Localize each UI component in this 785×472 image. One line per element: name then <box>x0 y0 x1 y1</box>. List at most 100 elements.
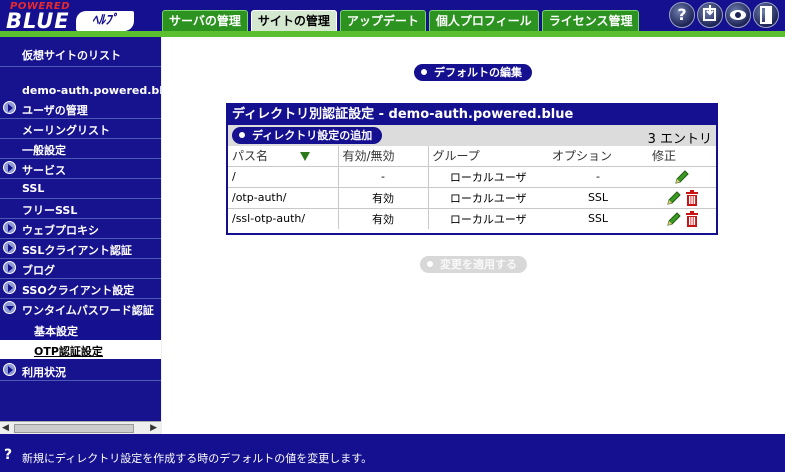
sidebar-divider <box>0 198 161 199</box>
cell-enabled: 有効 <box>338 207 429 229</box>
scroll-thumb[interactable] <box>14 424 134 433</box>
add-directory-button[interactable]: ディレクトリ設定の追加 <box>232 127 383 144</box>
sidebar-item-label: SSLクライアント認証 <box>22 244 132 257</box>
sidebar-item-ssl-client-auth[interactable]: SSLクライアント認証 <box>0 240 161 257</box>
sidebar-item-general[interactable]: 一般設定 <box>0 140 161 157</box>
sidebar-item-label: 仮想サイトのリスト <box>22 49 121 62</box>
sidebar-item-web-proxy[interactable]: ウェブプロキシ <box>0 220 161 237</box>
sidebar-divider <box>0 66 161 67</box>
table-row: /otp-auth/ 有効 ローカルユーザ SSL <box>228 186 716 208</box>
sidebar-subitem-otp-settings[interactable]: OTP認証設定 <box>0 340 161 359</box>
table-row: / - ローカルユーザ - <box>228 165 716 187</box>
expand-arrow-icon <box>3 261 16 274</box>
apply-changes-button[interactable]: 変更を適用する <box>420 256 527 273</box>
sidebar-item-label: 利用状況 <box>22 366 66 379</box>
cell-group: ローカルユーザ <box>428 165 548 187</box>
expand-arrow-icon <box>3 281 16 294</box>
sidebar-item-label: SSL <box>22 182 45 195</box>
logout-icon[interactable] <box>697 2 723 28</box>
expand-arrow-icon <box>3 363 16 376</box>
preview-icon[interactable] <box>725 2 751 28</box>
sidebar-divider <box>0 118 161 119</box>
logo-version-badge: ﾍﾙﾌﾟ <box>76 11 134 31</box>
sidebar-divider <box>0 158 161 159</box>
sidebar-divider <box>0 178 161 179</box>
scroll-left-icon[interactable]: ◀ <box>2 423 9 433</box>
table-header-row: パス名 有効/無効 グループ オプション 修正 <box>228 146 716 167</box>
sidebar-item-label: ウェブプロキシ <box>22 224 99 237</box>
expand-arrow-icon <box>3 161 16 174</box>
sidebar-item-label: サービス <box>22 164 66 177</box>
tab-license[interactable]: ライセンス管理 <box>541 10 640 31</box>
cell-option: SSL <box>548 186 648 208</box>
column-header-group: グループ <box>428 146 548 167</box>
pencil-icon[interactable] <box>666 190 682 206</box>
sidebar-item-label: 一般設定 <box>22 144 66 157</box>
sidebar-item-free-ssl[interactable]: フリーSSL <box>0 200 161 217</box>
help-icon[interactable]: ? <box>669 2 695 28</box>
sidebar-item-usage[interactable]: 利用状況 <box>0 362 161 379</box>
pencil-icon[interactable] <box>674 169 690 185</box>
cell-option: - <box>548 165 648 187</box>
tab-server-management[interactable]: サーバの管理 <box>162 10 248 31</box>
tab-site-management[interactable]: サイトの管理 <box>250 10 337 31</box>
sidebar-item-label: demo-auth.powered.blue <box>22 84 161 97</box>
sidebar-divider <box>0 138 161 139</box>
sidebar-item-blog[interactable]: ブログ <box>0 260 161 277</box>
entry-count: 3 エントリ <box>647 132 712 147</box>
scroll-right-icon[interactable]: ▶ <box>150 423 157 433</box>
header-bar: POWERED BLUE ﾍﾙﾌﾟ サーバの管理 サイトの管理 アップデート 個… <box>0 0 785 33</box>
panel-title: ディレクトリ別認証設定 - demo-auth.powered.blue <box>228 105 716 125</box>
trash-icon[interactable] <box>685 189 699 206</box>
expand-arrow-icon <box>3 101 16 114</box>
sidebar-item-label: フリーSSL <box>22 204 78 217</box>
sidebar-item-label: ブログ <box>22 264 55 277</box>
sidebar-site-name: demo-auth.powered.blue <box>0 82 161 98</box>
sidebar-item-mailing-list[interactable]: メーリングリスト <box>0 120 161 137</box>
logo: POWERED BLUE ﾍﾙﾌﾟ <box>4 1 144 33</box>
sidebar-item-label: SSOクライアント設定 <box>22 284 135 297</box>
sidebar-item-services[interactable]: サービス <box>0 160 161 177</box>
sidebar-item-label: ワンタイムパスワード認証 <box>22 304 154 317</box>
cell-group: ローカルユーザ <box>428 186 548 208</box>
cell-path: /ssl-otp-auth/ <box>228 207 339 229</box>
sidebar-item-ssl[interactable]: SSL <box>0 180 161 196</box>
tab-update[interactable]: アップデート <box>339 10 426 31</box>
edit-default-button[interactable]: デフォルトの編集 <box>414 64 532 81</box>
cell-actions <box>648 186 716 208</box>
table-row: /ssl-otp-auth/ 有効 ローカルユーザ SSL <box>228 207 716 229</box>
directory-table: パス名 有効/無効 グループ オプション 修正 / - ローカルユーザ - /o… <box>228 146 716 229</box>
trash-icon[interactable] <box>685 210 699 227</box>
sidebar-divider <box>0 278 161 279</box>
sidebar-item-label: メーリングリスト <box>22 124 110 137</box>
sidebar-item-otp-auth[interactable]: ワンタイムパスワード認証 <box>0 300 161 317</box>
cell-actions <box>648 207 716 229</box>
collapse-arrow-icon <box>3 301 16 314</box>
exit-icon[interactable] <box>753 2 779 28</box>
main-content: デフォルトの編集 ディレクトリ別認証設定 - demo-auth.powered… <box>161 37 785 434</box>
tab-profile[interactable]: 個人プロフィール <box>428 10 539 31</box>
status-bar: ? 新規にディレクトリ設定を作成する時のデフォルトの値を変更します。 <box>0 434 785 472</box>
sidebar-item-user-management[interactable]: ユーザの管理 <box>0 100 161 117</box>
app-window: POWERED BLUE ﾍﾙﾌﾟ サーバの管理 サイトの管理 アップデート 個… <box>0 0 785 472</box>
cell-path: /otp-auth/ <box>228 186 339 208</box>
column-header-option: オプション <box>548 146 648 167</box>
horizontal-scrollbar[interactable]: ◀ ▶ <box>0 421 161 434</box>
sort-desc-icon[interactable] <box>300 152 311 162</box>
column-header-label: パス名 <box>232 149 269 164</box>
sidebar-item-label: ユーザの管理 <box>22 104 88 117</box>
help-icon: ? <box>4 447 13 463</box>
main-tabs: サーバの管理 サイトの管理 アップデート 個人プロフィール ライセンス管理 <box>162 10 640 31</box>
sidebar-divider <box>0 258 161 259</box>
pencil-icon[interactable] <box>666 211 682 227</box>
expand-arrow-icon <box>3 221 16 234</box>
sidebar-site-list[interactable]: 仮想サイトのリスト <box>0 45 161 62</box>
sidebar-item-sso-client[interactable]: SSOクライアント設定 <box>0 280 161 297</box>
logo-blue-text: BLUE <box>6 9 70 33</box>
directory-auth-panel: ディレクトリ別認証設定 - demo-auth.powered.blue ディレ… <box>226 103 718 235</box>
column-header-path[interactable]: パス名 <box>228 146 339 167</box>
cell-path: / <box>228 165 339 187</box>
sidebar-subitem-basic-settings[interactable]: 基本設定 <box>0 320 161 339</box>
cell-group: ローカルユーザ <box>428 207 548 229</box>
panel-toolbar: ディレクトリ設定の追加 3 エントリ <box>228 125 716 147</box>
